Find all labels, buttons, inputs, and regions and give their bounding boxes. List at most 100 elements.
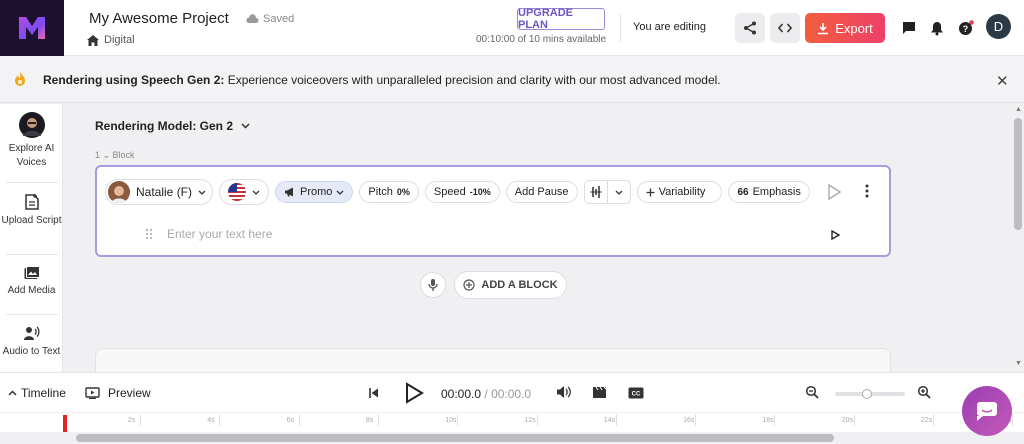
svg-text:CC: CC <box>632 392 641 398</box>
banner-bold-text: Rendering using Speech Gen 2: <box>43 73 225 87</box>
app-logo[interactable] <box>0 0 64 56</box>
pitch-control[interactable]: Pitch 0% <box>359 181 419 203</box>
sidebar-divider <box>6 182 58 183</box>
style-selector[interactable]: Promo <box>275 181 354 203</box>
playback-bar: Timeline Preview 00:00.0 / 00:00.0 CC <box>0 372 1024 412</box>
share-button[interactable] <box>735 13 765 43</box>
horizontal-scrollbar[interactable] <box>0 432 1024 444</box>
embed-code-button[interactable] <box>770 13 800 43</box>
ruler-tick: 12s <box>524 414 538 426</box>
ruler-tick: 20s <box>841 414 856 426</box>
play-button[interactable] <box>404 382 424 409</box>
zoom-slider[interactable] <box>835 389 905 399</box>
clapperboard-icon <box>593 386 607 398</box>
preview-button[interactable]: Preview <box>85 386 151 400</box>
speed-control[interactable]: Speed -10% <box>424 181 500 203</box>
block-toolbar: Natalie (F) Promo Pitch 0% Speed -10% Ad… <box>105 179 810 205</box>
comments-button[interactable] <box>899 18 919 38</box>
preview-icon <box>85 387 100 399</box>
block-label[interactable]: 1 ⌄ Block <box>95 150 135 161</box>
voice-block[interactable]: Natalie (F) Promo Pitch 0% Speed -10% Ad… <box>95 165 891 257</box>
zoom-slider-knob[interactable] <box>862 389 872 399</box>
emphasis-control[interactable]: 66 Emphasis <box>728 181 810 203</box>
timeline-ruler[interactable]: 2s4s6s8s10s12s14s16s18s20s22s24s <box>0 412 1024 433</box>
close-icon[interactable]: ✕ <box>996 72 1009 90</box>
block-text-input[interactable] <box>167 223 767 245</box>
megaphone-icon <box>285 187 294 197</box>
upload-file-icon <box>0 194 63 210</box>
ruler-tick: 8s <box>365 414 380 426</box>
chat-support-button[interactable] <box>962 386 1012 436</box>
project-title[interactable]: My Awesome Project <box>89 10 229 27</box>
breadcrumb[interactable]: Digital <box>87 34 135 46</box>
horizontal-scrollbar-thumb[interactable] <box>76 434 834 442</box>
playhead-marker[interactable] <box>63 415 67 433</box>
more-options-button[interactable] <box>865 184 869 203</box>
cloud-icon <box>246 14 259 23</box>
ruler-tick: 18s <box>762 414 776 426</box>
timeline-toggle[interactable]: Timeline <box>8 386 66 400</box>
header: My Awesome Project Saved Digital UPGRADE… <box>0 0 1024 56</box>
banner-message: Rendering using Speech Gen 2: Experience… <box>43 73 721 87</box>
scroll-up-icon[interactable]: ▲ <box>1015 106 1022 113</box>
scroll-down-icon[interactable]: ▼ <box>1015 360 1022 367</box>
rendering-model-select[interactable]: Rendering Model: Gen 2 <box>95 119 250 133</box>
chevron-down-icon <box>336 190 344 195</box>
ruler-tick: 22s <box>921 414 935 426</box>
breadcrumb-label: Digital <box>104 34 135 46</box>
left-sidebar: Explore AI Voices Upload Script Add Medi… <box>0 104 63 372</box>
sidebar-item-upload-script[interactable]: Upload Script <box>0 194 63 228</box>
sound-effect-control[interactable] <box>583 180 631 204</box>
sidebar-item-add-media[interactable]: Add Media <box>0 266 63 298</box>
add-pause-button[interactable]: Add Pause <box>505 181 578 203</box>
chevron-down-icon <box>252 190 260 195</box>
download-icon <box>818 22 829 34</box>
audio-text-icon <box>0 326 63 341</box>
bell-icon <box>931 21 943 35</box>
play-line-button[interactable] <box>831 227 841 245</box>
vertical-scrollbar[interactable]: ▲ ▼ <box>1012 104 1024 372</box>
quote-icon: 66 <box>737 186 749 198</box>
media-icon <box>0 266 63 280</box>
play-block-button[interactable] <box>827 183 842 205</box>
time-display: 00:00.0 / 00:00.0 <box>441 387 532 401</box>
captions-button[interactable]: CC <box>628 386 644 404</box>
time-available: 00:10:00 of 10 mins available <box>476 34 607 45</box>
share-icon <box>744 21 756 35</box>
skip-to-start-button[interactable] <box>368 386 380 404</box>
add-block-button[interactable]: ADD A BLOCK <box>454 271 567 299</box>
saved-status: Saved <box>245 13 294 25</box>
help-button[interactable]: ? <box>956 18 976 38</box>
banner-body-text: Experience voiceovers with unparalleled … <box>224 73 721 87</box>
code-icon <box>778 23 792 33</box>
sidebar-item-label: Explore AI Voices <box>8 143 55 168</box>
style-label: Promo <box>300 186 333 198</box>
flame-icon <box>13 71 27 92</box>
user-avatar[interactable]: D <box>986 14 1011 39</box>
scrollbar-thumb[interactable] <box>1014 118 1022 230</box>
language-selector[interactable] <box>219 179 270 205</box>
notifications-button[interactable] <box>927 18 947 38</box>
avatar-icon <box>0 112 63 138</box>
drag-handle-icon[interactable] <box>145 227 153 245</box>
voice-selector[interactable]: Natalie (F) <box>105 179 214 205</box>
chevron-down-icon[interactable] <box>608 181 630 203</box>
next-block-card[interactable] <box>95 348 891 372</box>
zoom-out-button[interactable] <box>805 385 819 404</box>
voice-avatar <box>108 181 130 203</box>
zoom-in-button[interactable] <box>917 385 931 404</box>
upgrade-plan-button[interactable]: UPGRADE PLAN <box>517 7 605 31</box>
sidebar-item-label: Add Media <box>7 285 56 296</box>
total-time: 00:00.0 <box>491 387 532 401</box>
captions-icon: CC <box>628 387 644 399</box>
sound-wave-icon[interactable] <box>585 181 607 203</box>
scene-button[interactable] <box>592 385 607 404</box>
variability-control[interactable]: Variability <box>636 181 723 203</box>
voice-record-button[interactable] <box>420 272 446 298</box>
export-button[interactable]: Export <box>805 13 885 43</box>
sidebar-item-audio-to-text[interactable]: Audio to Text <box>0 326 63 359</box>
volume-button[interactable] <box>556 385 572 404</box>
svg-text:?: ? <box>963 24 969 34</box>
ruler-tick: 16s <box>683 414 697 426</box>
sidebar-item-explore-voices[interactable]: Explore AI Voices <box>0 112 63 170</box>
